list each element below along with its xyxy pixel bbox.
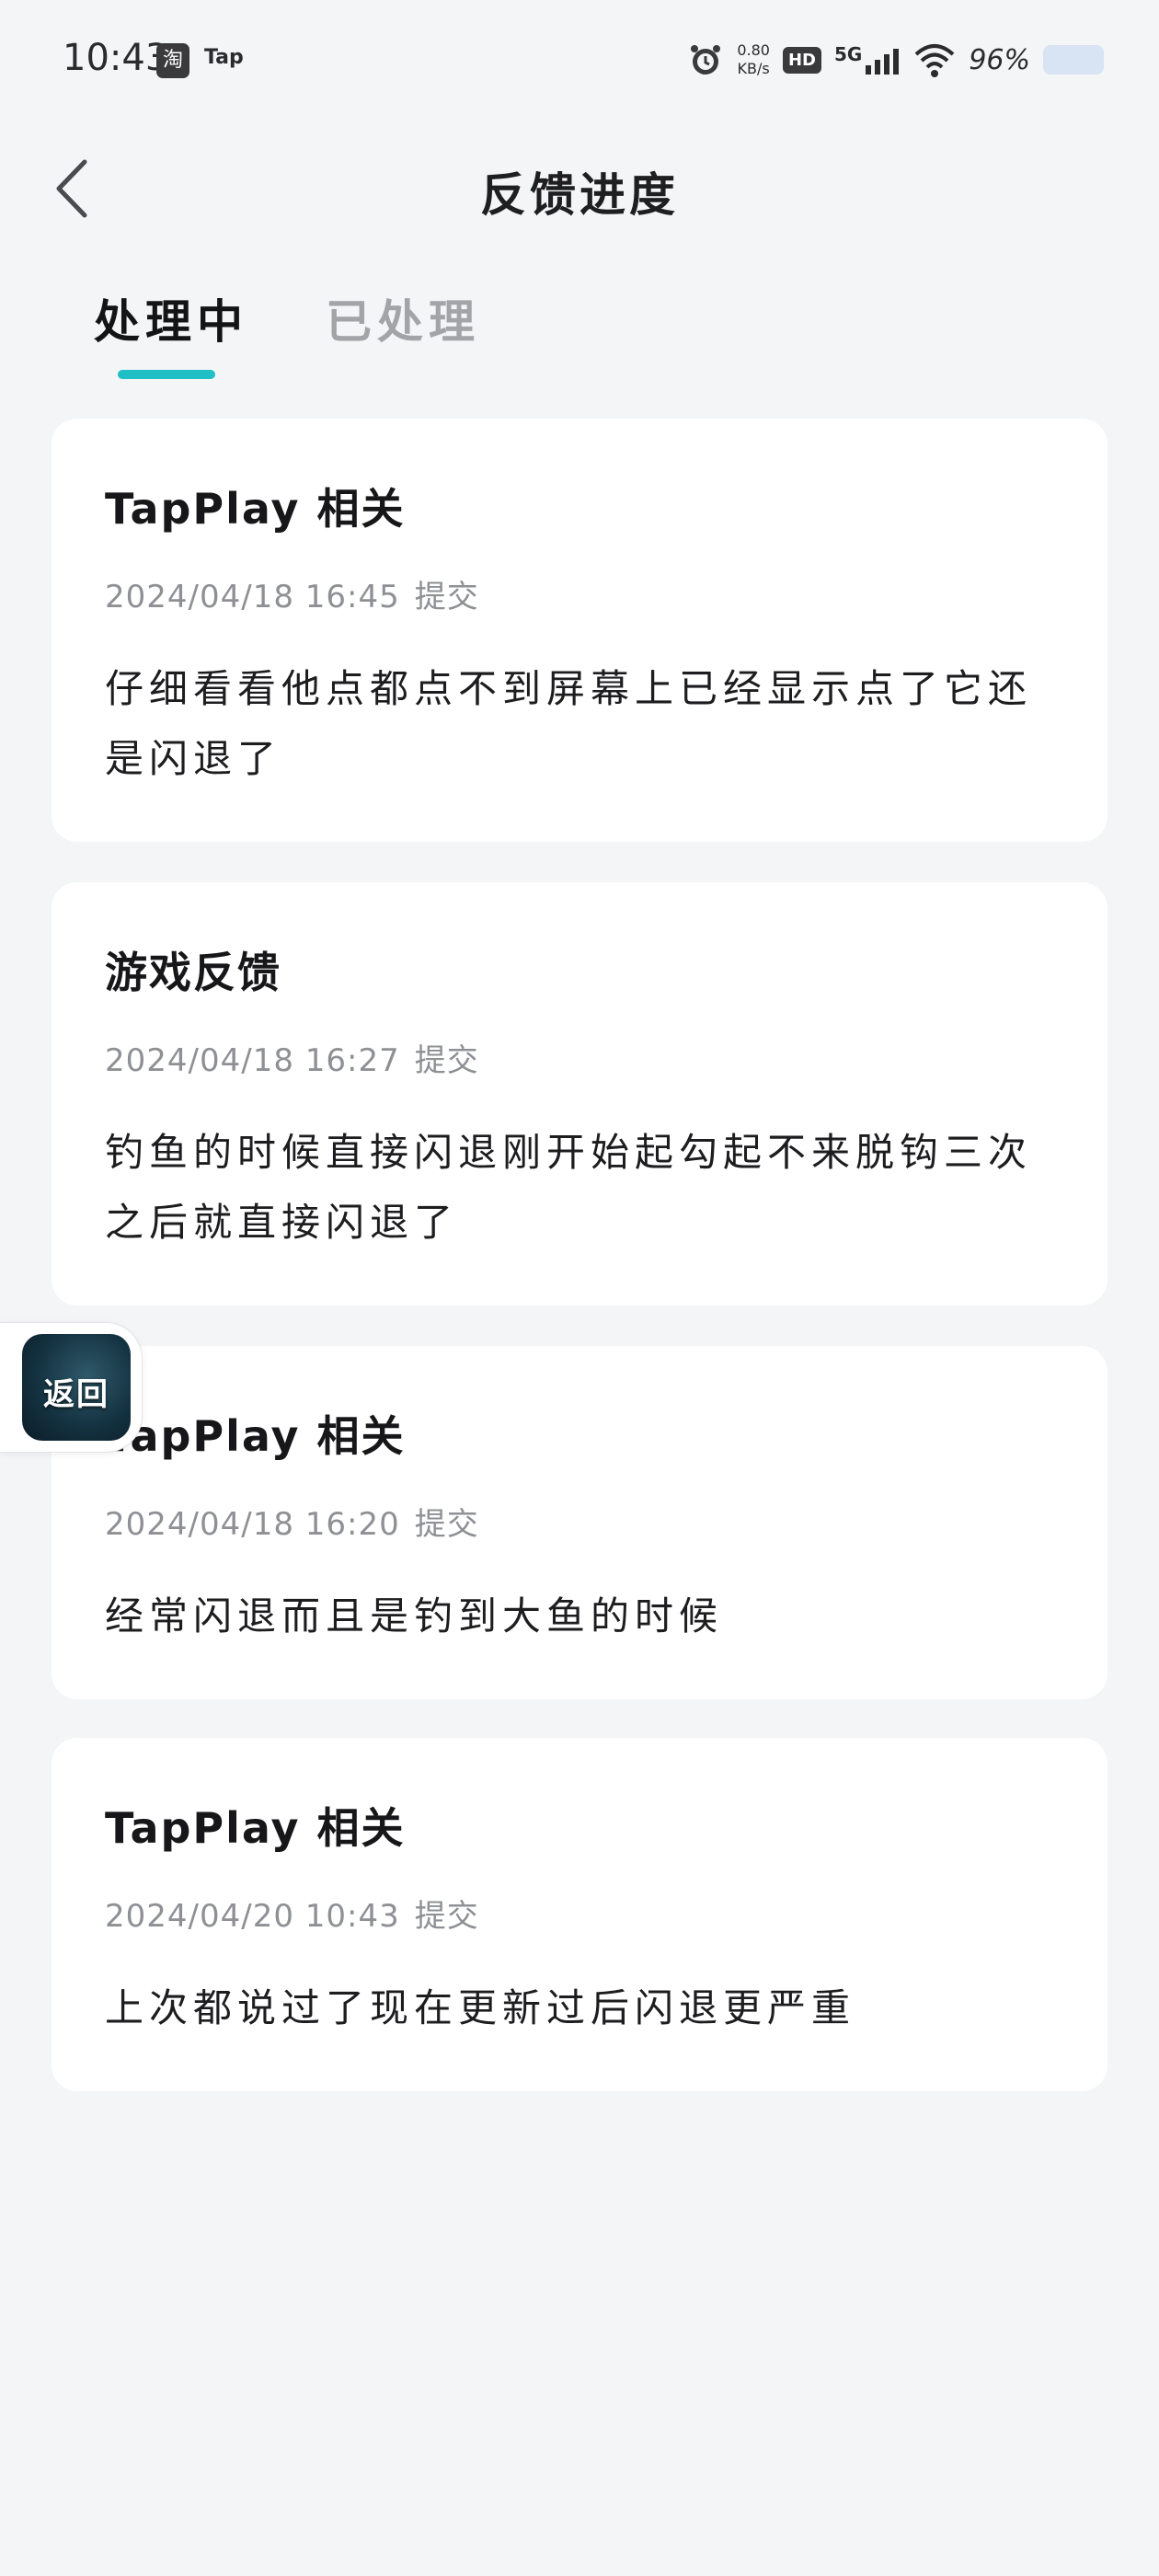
alarm-icon — [691, 45, 721, 75]
feedback-card[interactable]: TapPlay 相关 2024/04/18 16:20 提交 经常闪退而且是钓到大… — [52, 1346, 1107, 1699]
feedback-content: 上次都说过了现在更新过后闪退更严重 — [105, 1985, 856, 2030]
feedback-datetime: 2024/04/20 10:43 — [105, 1898, 400, 1935]
battery-percent: 96% — [969, 43, 1030, 76]
feedback-category: TapPlay 相关 — [105, 1803, 406, 1853]
feedback-content: 经常闪退而且是钓到大鱼的时候 — [105, 1593, 724, 1639]
battery-icon — [1043, 45, 1104, 75]
tab-processed[interactable]: 已处理 — [326, 285, 480, 351]
feedback-datetime: 2024/04/18 16:45 — [105, 579, 400, 615]
feedback-card[interactable]: 游戏反馈 2024/04/18 16:27 提交 钓鱼的时候直接闪退刚开始起勾起不… — [52, 882, 1107, 1305]
floating-return-button[interactable]: 返回 — [0, 1322, 143, 1453]
feedback-meta: 2024/04/18 16:27 提交 — [105, 1035, 479, 1080]
game-thumbnail: 返回 — [22, 1334, 131, 1441]
feedback-submit-label: 提交 — [414, 1506, 479, 1543]
app-header: 反馈进度 — [0, 138, 1159, 239]
status-bar: 10:43 淘 Tap 0.80 KB/s HD 5G 96% — [0, 0, 1159, 120]
feedback-card[interactable]: TapPlay 相关 2024/04/18 16:45 提交 仔细看看他点都点不到… — [52, 419, 1107, 842]
feedback-datetime: 2024/04/18 16:27 — [105, 1042, 400, 1079]
feedback-meta: 2024/04/18 16:20 提交 — [105, 1499, 479, 1544]
feedback-datetime: 2024/04/18 16:20 — [105, 1506, 400, 1543]
active-tab-indicator — [118, 370, 215, 379]
feedback-content: 仔细看看他点都点不到屏幕上已经显示点了它还是闪退了 — [105, 666, 1033, 781]
signal-bars-icon — [866, 49, 900, 75]
feedback-content: 钓鱼的时候直接闪退刚开始起勾起不来脱钩三次之后就直接闪退了 — [105, 1130, 1033, 1245]
feedback-meta: 2024/04/20 10:43 提交 — [105, 1891, 479, 1936]
network-speed-unit: KB/s — [737, 60, 770, 77]
feedback-card[interactable]: TapPlay 相关 2024/04/20 10:43 提交 上次都说过了现在更新… — [52, 1738, 1107, 2091]
feedback-category: 游戏反馈 — [105, 948, 281, 997]
network-speed-value: 0.80 — [737, 41, 770, 59]
network-speed: 0.80 KB/s — [737, 41, 770, 78]
hd-badge: HD — [782, 46, 821, 74]
status-tabs: 处理中 已处理 — [0, 276, 1159, 386]
network-type: 5G — [833, 43, 863, 65]
wifi-icon — [914, 44, 955, 77]
cellular-signal: 5G — [834, 43, 901, 76]
tab-processing[interactable]: 处理中 — [94, 285, 248, 351]
status-indicators: 0.80 KB/s HD 5G 96% — [687, 37, 1104, 83]
feedback-meta: 2024/04/18 16:45 提交 — [105, 571, 479, 616]
status-time: 10:43 — [63, 37, 169, 79]
page-title: 反馈进度 — [480, 168, 679, 222]
taobao-app-icon: 淘 — [156, 43, 189, 78]
feedback-submit-label: 提交 — [414, 579, 479, 615]
feedback-submit-label: 提交 — [414, 1042, 479, 1079]
feedback-category: TapPlay 相关 — [105, 1411, 406, 1461]
return-label: 返回 — [43, 1376, 109, 1413]
feedback-category: TapPlay 相关 — [105, 484, 406, 534]
tap-app-icon: Tap — [204, 46, 244, 69]
feedback-submit-label: 提交 — [414, 1898, 479, 1935]
